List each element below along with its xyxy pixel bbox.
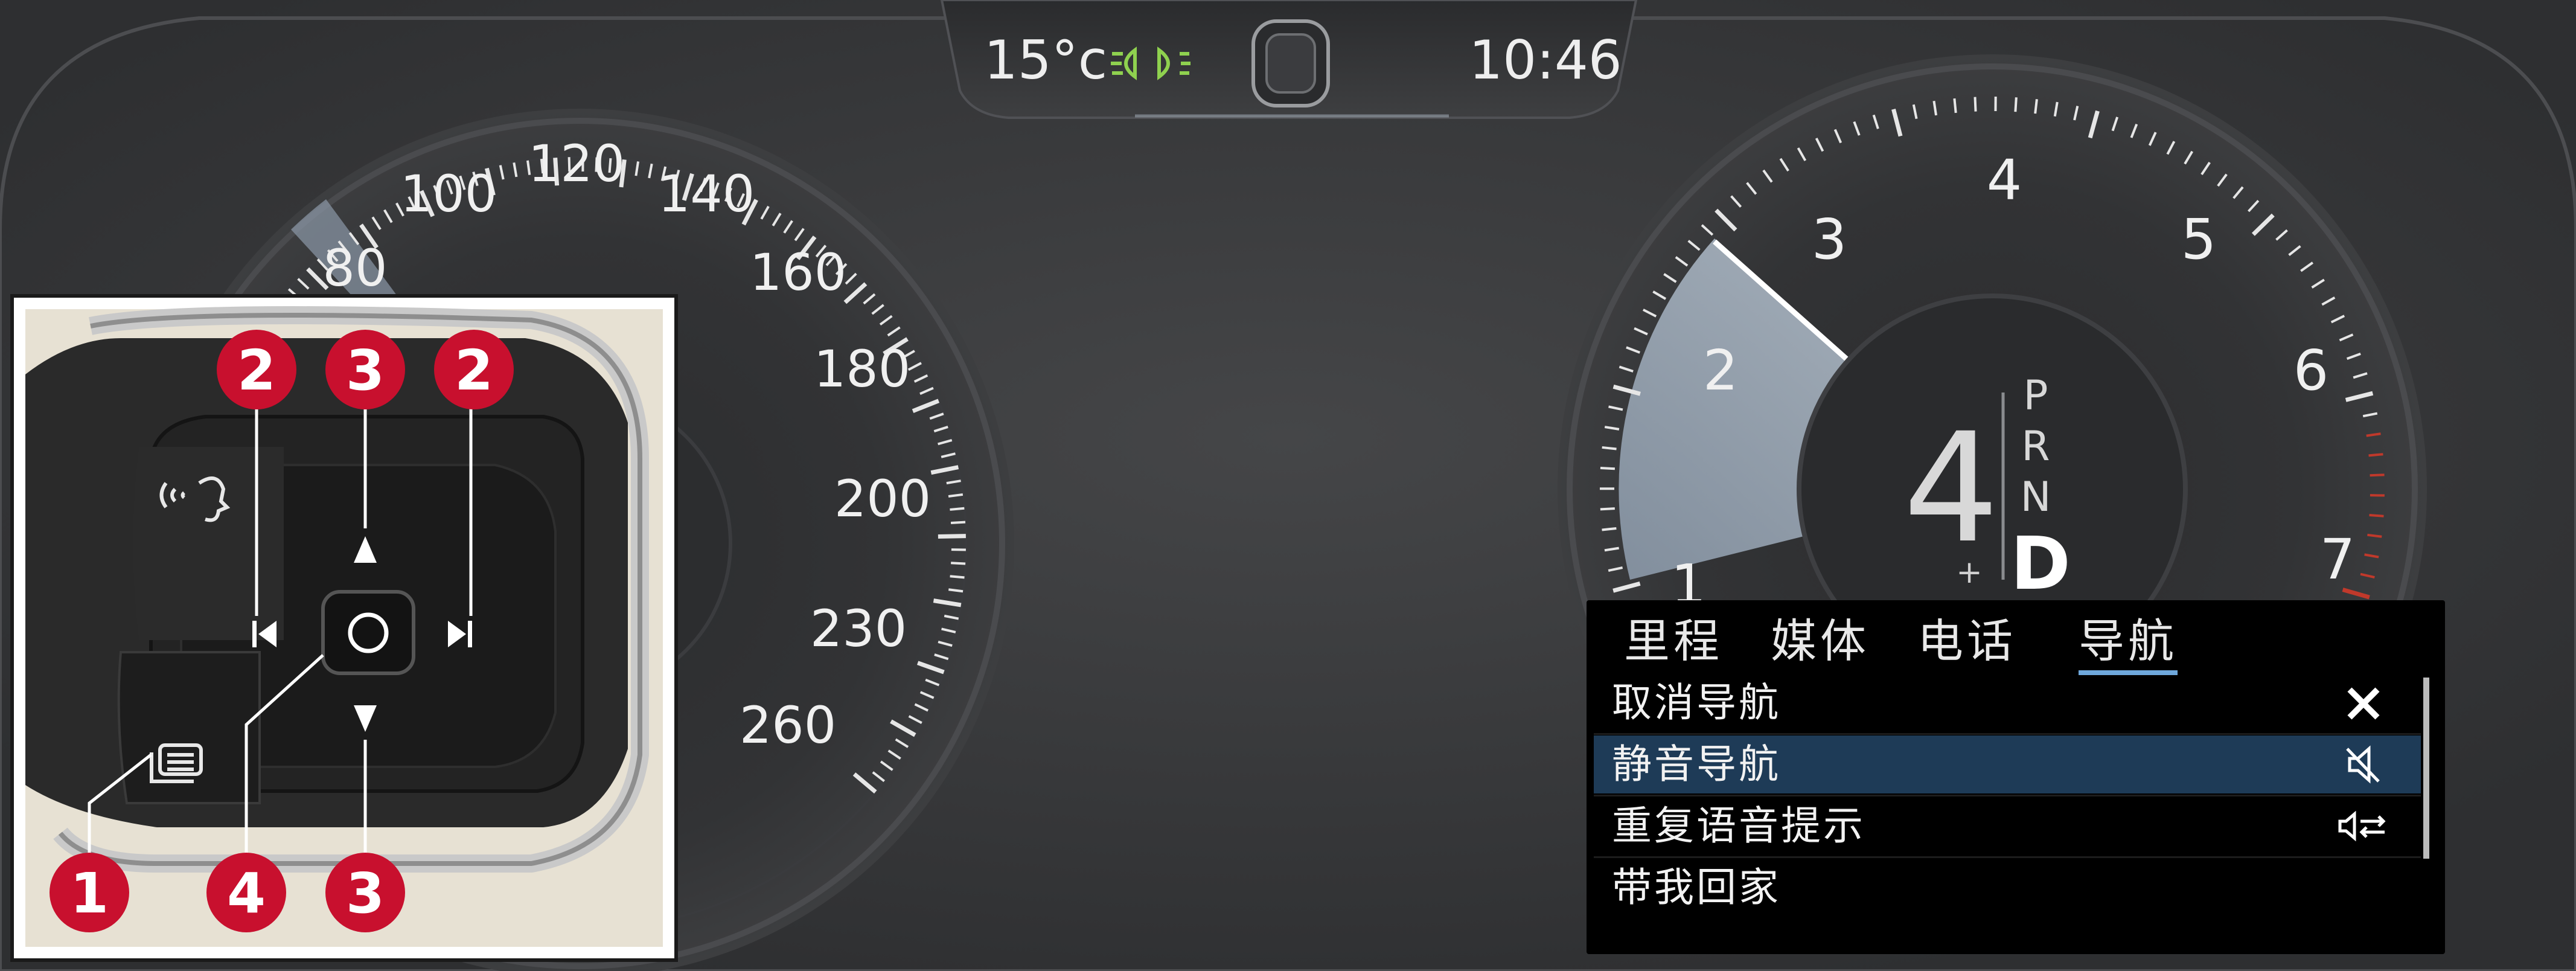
menu-item-mute-navigation[interactable]: 静音导航 [1594, 735, 2421, 793]
dial-tick [1602, 527, 1617, 531]
menu-item-cancel-navigation[interactable]: 取消导航 [1594, 674, 2421, 732]
clock-readout: 10:46 [1469, 29, 1622, 91]
gear-p: P [2023, 372, 2048, 420]
dial-tick [950, 575, 965, 579]
svg-text:3: 3 [346, 861, 385, 926]
svg-text:1: 1 [70, 861, 109, 926]
speed-label-230: 230 [810, 599, 907, 658]
driver-assist-icon [1251, 19, 1330, 107]
callout-4: 4 [206, 853, 286, 932]
menu-item-label: 取消导航 [1612, 679, 1781, 726]
repeat-voice-icon [2338, 810, 2386, 842]
dial-tick [2368, 453, 2383, 457]
svg-text:4: 4 [227, 861, 266, 926]
tab-media[interactable]: 媒体 [1771, 604, 1870, 670]
menu-item-label: 带我回家 [1612, 864, 1781, 911]
rpm-label-5: 5 [2181, 207, 2217, 272]
menu-item-repeat-voice[interactable]: 重复语音提示 [1594, 797, 2421, 855]
gear-r: R [2021, 423, 2050, 470]
gear-number: 4 [1903, 400, 1999, 576]
speed-label-180: 180 [814, 339, 910, 399]
speed-label-140: 140 [658, 164, 755, 223]
menu-tabs: 里程 媒体 电话 导航 [1587, 600, 2445, 675]
callout-2-left: 2 [217, 330, 296, 409]
callout-2-right: 2 [434, 330, 514, 409]
mute-icon [2346, 745, 2380, 784]
gear-n: N [2021, 473, 2051, 521]
close-icon [2347, 687, 2380, 720]
dial-tick [2034, 98, 2038, 114]
rpm-label-4: 4 [1987, 148, 2022, 213]
dial-tick [1600, 507, 1615, 511]
speed-label-200: 200 [834, 469, 931, 528]
callout-3-bottom: 3 [325, 853, 405, 932]
rpm-label-3: 3 [1812, 207, 1847, 272]
rpm-label-7: 7 [2320, 527, 2356, 592]
temperature-readout: 15°c [984, 29, 1107, 91]
rpm-label-2: 2 [1703, 338, 1739, 403]
menu-item-label: 重复语音提示 [1612, 803, 1865, 849]
svg-text:3: 3 [346, 338, 385, 403]
menu-item-label: 静音导航 [1612, 741, 1781, 787]
svg-text:2: 2 [237, 338, 276, 403]
callout-1: 1 [50, 853, 129, 932]
gear-d-selected: D [2010, 522, 2071, 606]
svg-text:2: 2 [455, 338, 493, 403]
speed-label-160: 160 [750, 243, 846, 302]
speed-label-100: 100 [400, 164, 497, 223]
callout-3-top: 3 [325, 330, 405, 409]
dial-tick [1600, 467, 1616, 470]
tab-trip[interactable]: 里程 [1624, 604, 1723, 670]
app-menu-panel: 里程 媒体 电话 导航 取消导航 静音导航 重复语音提示 带我回家 [1587, 600, 2445, 954]
manual-plus-label: + [1956, 554, 1983, 591]
speed-label-260: 260 [740, 696, 836, 755]
dial-tick [2014, 97, 2018, 112]
menu-scrollbar[interactable] [2423, 678, 2429, 859]
dial-tick [950, 521, 966, 524]
rpm-label-6: 6 [2293, 338, 2329, 403]
dial-tick [1602, 446, 1617, 450]
speed-label-120: 120 [528, 134, 625, 193]
tab-phone[interactable]: 电话 [1917, 604, 2016, 670]
dial-tick [950, 507, 965, 511]
tab-navigation[interactable]: 导航 [2079, 604, 2178, 675]
menu-item-take-me-home[interactable]: 带我回家 [1594, 859, 2421, 917]
dial-tick [1953, 98, 1957, 114]
dial-tick [2369, 514, 2384, 518]
dial-tick [938, 534, 966, 539]
speed-label-80: 80 [323, 239, 388, 298]
